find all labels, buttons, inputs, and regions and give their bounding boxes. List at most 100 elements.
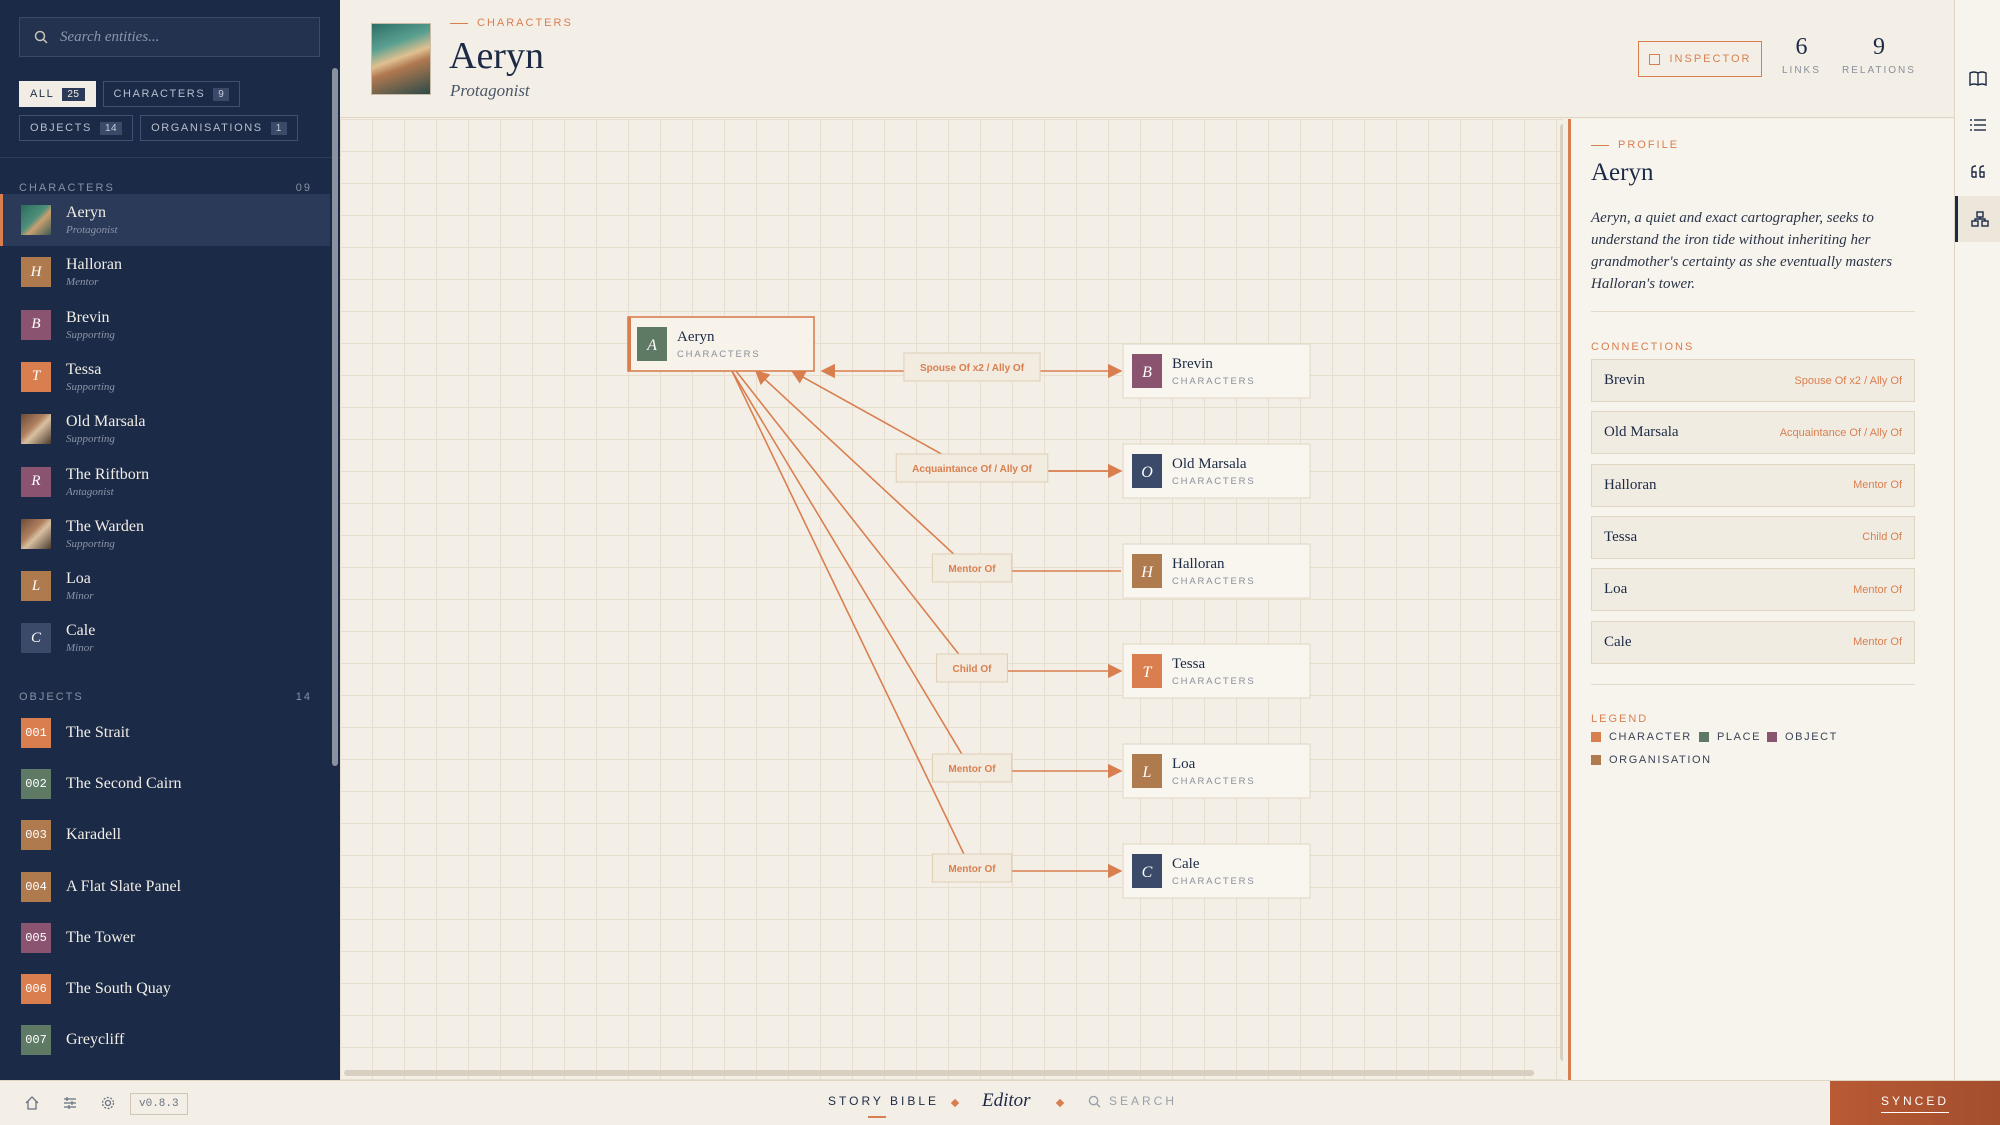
legend-character: CHARACTER: [1591, 731, 1692, 743]
settings-button[interactable]: [99, 1094, 117, 1112]
object-number-badge: 004: [21, 871, 51, 902]
links-stat: 6 LINKS: [1782, 34, 1821, 76]
version-badge: v0.8.3: [130, 1093, 188, 1115]
graph-node-loa[interactable]: L Loa CHARACTERS: [1122, 743, 1311, 799]
sidebar-item-the-warden[interactable]: The Warden Supporting: [0, 508, 330, 560]
sync-status-button[interactable]: SYNCED: [1830, 1081, 2000, 1125]
connection-relation: Mentor Of: [1853, 636, 1902, 648]
sidebar-item-label: The South Quay: [66, 980, 171, 997]
avatar: H: [21, 257, 51, 288]
connection-name: Tessa: [1604, 528, 1638, 545]
entity-header: CHARACTERS Aeryn Protagonist INSPECTOR 6…: [340, 0, 1954, 118]
separator-dot: [1055, 1098, 1065, 1108]
sidebar-item-cale[interactable]: C Cale Minor: [0, 612, 330, 664]
search-box[interactable]: [19, 17, 320, 57]
sidebar-item-role: Protagonist: [66, 224, 118, 236]
sidebar-item-greycliff[interactable]: 007 Greycliff: [0, 1014, 330, 1066]
sidebar-scrollbar[interactable]: [332, 68, 338, 766]
objects-section-header: OBJECTS 14: [19, 691, 312, 703]
connection-cale[interactable]: Cale Mentor Of: [1591, 620, 1915, 664]
edge-label: Mentor Of: [931, 753, 1013, 783]
node-accent-bar: [628, 317, 631, 371]
connection-relation: Acquaintance Of / Ally Of: [1779, 426, 1902, 439]
sidebar-item-text: Loa Minor: [66, 570, 94, 602]
sidebar-item-the-second-cairn[interactable]: 002 The Second Cairn: [0, 758, 330, 810]
connection-loa[interactable]: Loa Mentor Of: [1591, 568, 1915, 612]
connection-name: Halloran: [1604, 476, 1657, 493]
sidebar-item-the-tower[interactable]: 005 The Tower: [0, 912, 330, 964]
sidebar-item-old-marsala[interactable]: Old Marsala Supporting: [0, 403, 330, 455]
filter-organisations[interactable]: ORGANISATIONS 1: [140, 115, 298, 141]
sliders-button[interactable]: [61, 1094, 79, 1112]
sidebar-item-loa[interactable]: L Loa Minor: [0, 560, 330, 612]
sidebar-item-halloran[interactable]: H Halloran Mentor: [0, 246, 330, 298]
graph-node-old-marsala[interactable]: O Old Marsala CHARACTERS: [1122, 443, 1311, 499]
sidebar-item-label: The Strait: [66, 724, 130, 741]
node-avatar-letter: C: [1142, 864, 1153, 881]
avatar: R: [21, 466, 51, 497]
graph-node-tessa[interactable]: T Tessa CHARACTERS: [1122, 643, 1311, 699]
canvas-horizontal-scrollbar[interactable]: [344, 1070, 1534, 1076]
sidebar-item-role: Supporting: [66, 537, 115, 550]
legend-label: LEGEND: [1591, 713, 1649, 725]
canvas-vertical-scrollbar[interactable]: [1560, 124, 1563, 1061]
sidebar-item-the-riftborn[interactable]: R The Riftborn Antagonist: [0, 456, 330, 508]
relationship-graph-canvas[interactable]: Spouse Of x2 / Ally Of Acquaintance Of / …: [340, 119, 1563, 1080]
sidebar-item-label: The Tower: [66, 928, 136, 946]
sidebar-item-role: Minor: [66, 642, 94, 655]
edge-label-text: Mentor Of: [948, 564, 996, 575]
tab-story-bible[interactable]: STORY BIBLE: [828, 1094, 939, 1118]
sidebar-item-aeryn[interactable]: Aeryn Protagonist: [0, 194, 330, 246]
sidebar-item-role: Minor: [66, 590, 94, 603]
graph-node-aeryn[interactable]: A Aeryn CHARACTERS: [627, 316, 815, 372]
avatar: T: [21, 361, 51, 392]
gear-icon: [101, 1096, 115, 1110]
home-button[interactable]: [23, 1094, 41, 1112]
sidebar-item-karadell[interactable]: 003 Karadell: [0, 809, 330, 861]
right-rail: [1954, 0, 2000, 1080]
page-title: Aeryn: [449, 35, 544, 77]
sidebar-item-brevin[interactable]: B Brevin Supporting: [0, 299, 330, 351]
book-button[interactable]: [1955, 56, 2000, 102]
edge-label-text: Child Of: [953, 664, 993, 675]
footer-search[interactable]: SEARCH: [1088, 1094, 1177, 1108]
sidebar: ALL25 CHARACTERS9 OBJECTS14 ORGANISATION…: [0, 0, 340, 1080]
filter-objects[interactable]: OBJECTS 14: [19, 115, 134, 141]
graph-node-brevin[interactable]: B Brevin CHARACTERS: [1122, 343, 1311, 399]
graph-button[interactable]: [1955, 196, 2000, 242]
avatar: [21, 414, 51, 445]
list-button[interactable]: [1955, 102, 2000, 148]
inspector-button[interactable]: INSPECTOR: [1638, 41, 1762, 77]
sidebar-item-tessa[interactable]: T Tessa Supporting: [0, 351, 330, 403]
tab-editor[interactable]: Editor: [982, 1090, 1031, 1112]
connection-old-marsala[interactable]: Old Marsala Acquaintance Of / Ally Of: [1591, 411, 1915, 455]
search-input[interactable]: [60, 28, 300, 46]
quotes-button[interactable]: [1955, 149, 2000, 195]
node-type: CHARACTERS: [677, 349, 760, 360]
connection-brevin[interactable]: Brevin Spouse Of x2 / Ally Of: [1591, 359, 1915, 402]
avatar: [21, 518, 51, 549]
legend-place: PLACE: [1699, 731, 1761, 743]
sidebar-item-a-flat-slate-panel[interactable]: 004 A Flat Slate Panel: [0, 861, 330, 913]
graph-node-cale[interactable]: C Cale CHARACTERS: [1122, 843, 1311, 899]
sidebar-item-text: Tessa Supporting: [66, 361, 115, 393]
sidebar-item-label: The Warden: [66, 517, 144, 535]
node-type: CHARACTERS: [1172, 776, 1255, 787]
connection-name: Old Marsala: [1604, 424, 1679, 441]
sidebar-item-the-south-quay[interactable]: 006 The South Quay: [0, 963, 330, 1015]
filter-characters[interactable]: CHARACTERS 9: [102, 81, 241, 107]
connection-tessa[interactable]: Tessa Child Of: [1591, 515, 1915, 559]
sidebar-item-label: Aeryn: [66, 204, 106, 221]
search-icon: [34, 30, 48, 44]
graph-node-halloran[interactable]: H Halloran CHARACTERS: [1122, 543, 1311, 599]
sidebar-item-the-strait[interactable]: 001 The Strait: [0, 707, 330, 759]
filter-all[interactable]: ALL 25: [19, 81, 96, 107]
sidebar-item-label: Greycliff: [66, 1031, 125, 1049]
connection-halloran[interactable]: Halloran Mentor Of: [1591, 463, 1915, 507]
graph-edge[interactable]: [735, 370, 1123, 679]
divider: [0, 157, 340, 158]
profile-label: PROFILE: [1591, 139, 1679, 151]
edge-label: Mentor Of: [931, 553, 1013, 583]
connection-relation: Mentor Of: [1853, 479, 1902, 492]
avatar: B: [21, 309, 51, 340]
